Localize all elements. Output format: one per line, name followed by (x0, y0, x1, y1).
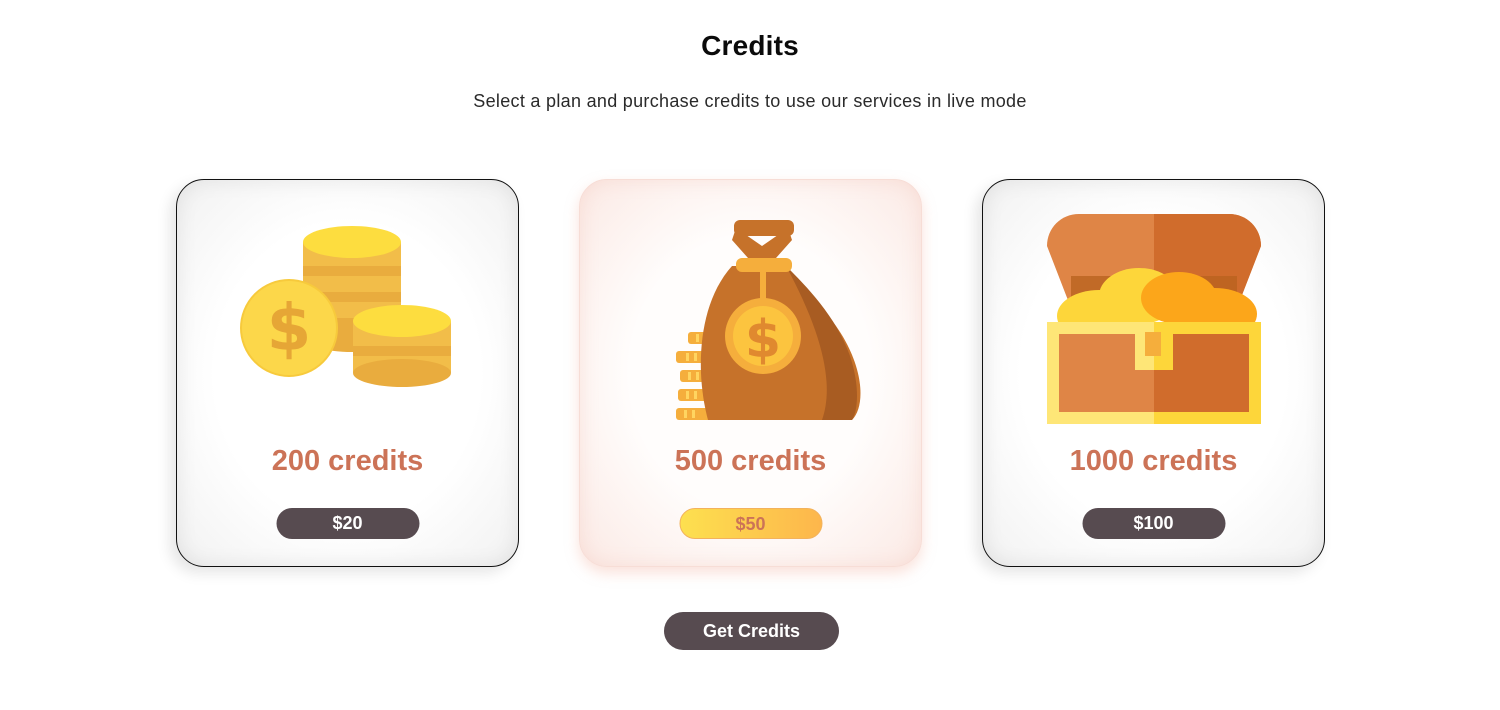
get-credits-button[interactable]: Get Credits (664, 612, 839, 650)
coins-stack-icon: $ (239, 226, 451, 387)
plan-list: $ 200 credits $20 $ 500 credits $50 1000… (176, 179, 1328, 569)
plan-credits-label: 1000 credits (1069, 445, 1238, 477)
plan-card-1000[interactable]: 1000 credits $100 (982, 179, 1325, 567)
svg-text:$: $ (744, 310, 780, 370)
plan-price-badge[interactable]: $100 (1082, 508, 1225, 539)
svg-text:$: $ (266, 292, 311, 366)
plan-credits-label: 500 credits (674, 445, 827, 477)
plan-card-200[interactable]: $ 200 credits $20 (176, 179, 519, 567)
plan-card-500[interactable]: $ 500 credits $50 (579, 179, 922, 567)
money-bag-icon: $ (675, 220, 860, 420)
plan-price-badge[interactable]: $50 (679, 508, 822, 539)
page-title: Credits (701, 30, 799, 61)
page-subtitle: Select a plan and purchase credits to us… (473, 91, 1027, 111)
treasure-chest-icon (1046, 214, 1261, 424)
plan-credits-label: 200 credits (271, 445, 424, 477)
plan-price-badge[interactable]: $20 (276, 508, 419, 539)
